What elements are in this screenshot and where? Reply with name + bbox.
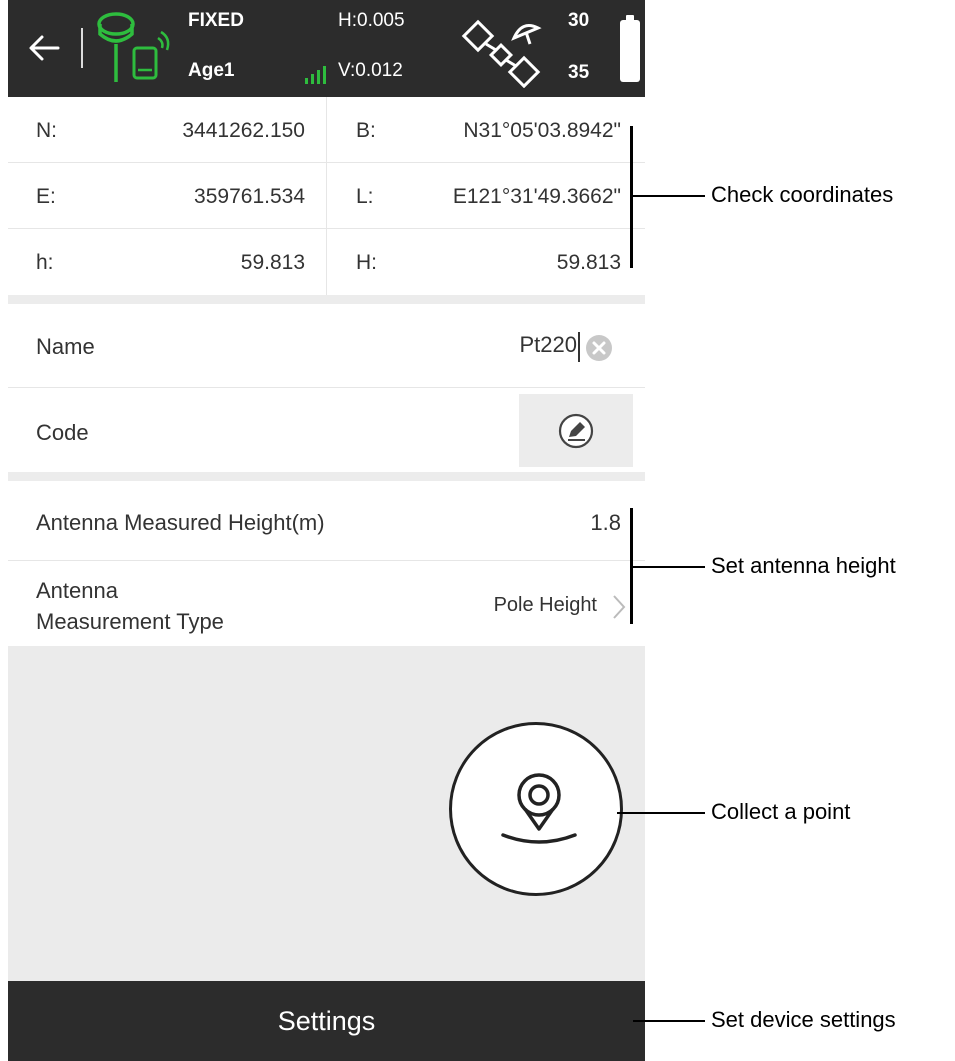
coord-column-divider bbox=[326, 97, 327, 295]
coord-value-h-orthometric: 59.813 bbox=[556, 251, 621, 274]
edit-pen-icon bbox=[558, 413, 594, 449]
age-status: Age1 bbox=[188, 60, 235, 81]
code-label: Code bbox=[36, 420, 89, 445]
settings-button[interactable]: Settings bbox=[8, 981, 645, 1061]
coord-value-b: N31°05'03.8942" bbox=[463, 119, 621, 142]
coord-value-h-ellipsoid: 59.813 bbox=[240, 251, 305, 274]
page: FIXED Age1 H:0.005 V:0.012 30 35 N: 3441… bbox=[0, 0, 955, 1061]
coord-label-l: L: bbox=[356, 185, 374, 208]
antenna-type-label-line2: Measurement Type bbox=[36, 609, 224, 634]
annotation-check-coordinates: Check coordinates bbox=[711, 182, 894, 207]
antenna-height-value: 1.8 bbox=[590, 510, 621, 535]
name-row: Name bbox=[8, 304, 645, 388]
antenna-height-row[interactable]: Antenna Measured Height(m) 1.8 bbox=[8, 481, 645, 561]
receiver-icon[interactable] bbox=[94, 10, 174, 86]
section-divider bbox=[8, 472, 645, 481]
annotation-set-antenna-height: Set antenna height bbox=[711, 553, 896, 578]
annotation-bracket bbox=[630, 126, 633, 268]
annotation-leader bbox=[633, 566, 705, 568]
satellites-used: 30 bbox=[568, 10, 590, 31]
location-pin-icon bbox=[501, 773, 577, 844]
coord-value-l: E121°31'49.3662" bbox=[452, 185, 621, 208]
coord-value-e: 359761.534 bbox=[194, 185, 305, 208]
annotation-leader bbox=[633, 1020, 705, 1022]
text-caret bbox=[578, 332, 580, 362]
name-label: Name bbox=[36, 334, 95, 359]
satellites-visible: 35 bbox=[568, 62, 590, 83]
fix-status: FIXED bbox=[188, 10, 244, 31]
antenna-height-label: Antenna Measured Height(m) bbox=[36, 510, 325, 535]
status-bar: FIXED Age1 H:0.005 V:0.012 30 35 bbox=[8, 0, 645, 97]
code-picker-button[interactable] bbox=[519, 394, 633, 467]
coord-label-n: N: bbox=[36, 119, 57, 142]
h-precision: H:0.005 bbox=[338, 10, 405, 31]
annotation-leader bbox=[633, 195, 705, 197]
name-input[interactable] bbox=[377, 332, 577, 358]
signal-icon bbox=[305, 66, 326, 84]
v-precision: V:0.012 bbox=[338, 60, 403, 81]
coord-label-b: B: bbox=[356, 119, 376, 142]
coord-label-h-orthometric: H: bbox=[356, 251, 377, 274]
collect-point-button[interactable] bbox=[449, 722, 623, 896]
clear-icon[interactable] bbox=[585, 334, 613, 362]
coord-value-n: 3441262.150 bbox=[182, 119, 305, 142]
antenna-type-row[interactable]: Antenna Measurement Type Pole Height bbox=[8, 561, 645, 646]
annotation-set-device-settings: Set device settings bbox=[711, 1007, 896, 1032]
back-arrow-icon[interactable] bbox=[24, 28, 64, 68]
phone-screen: FIXED Age1 H:0.005 V:0.012 30 35 N: 3441… bbox=[8, 0, 645, 1061]
coord-label-h-ellipsoid: h: bbox=[36, 251, 54, 274]
antenna-type-label-line1: Antenna bbox=[36, 578, 118, 603]
annotation-leader bbox=[617, 812, 705, 814]
battery-icon bbox=[620, 15, 640, 82]
status-divider bbox=[81, 28, 83, 68]
annotation-collect-point: Collect a point bbox=[711, 799, 851, 824]
coord-label-e: E: bbox=[36, 185, 56, 208]
satellite-icon[interactable] bbox=[460, 12, 550, 88]
antenna-type-value: Pole Height bbox=[493, 594, 597, 616]
section-divider bbox=[8, 295, 645, 304]
chevron-right-icon bbox=[613, 595, 626, 619]
